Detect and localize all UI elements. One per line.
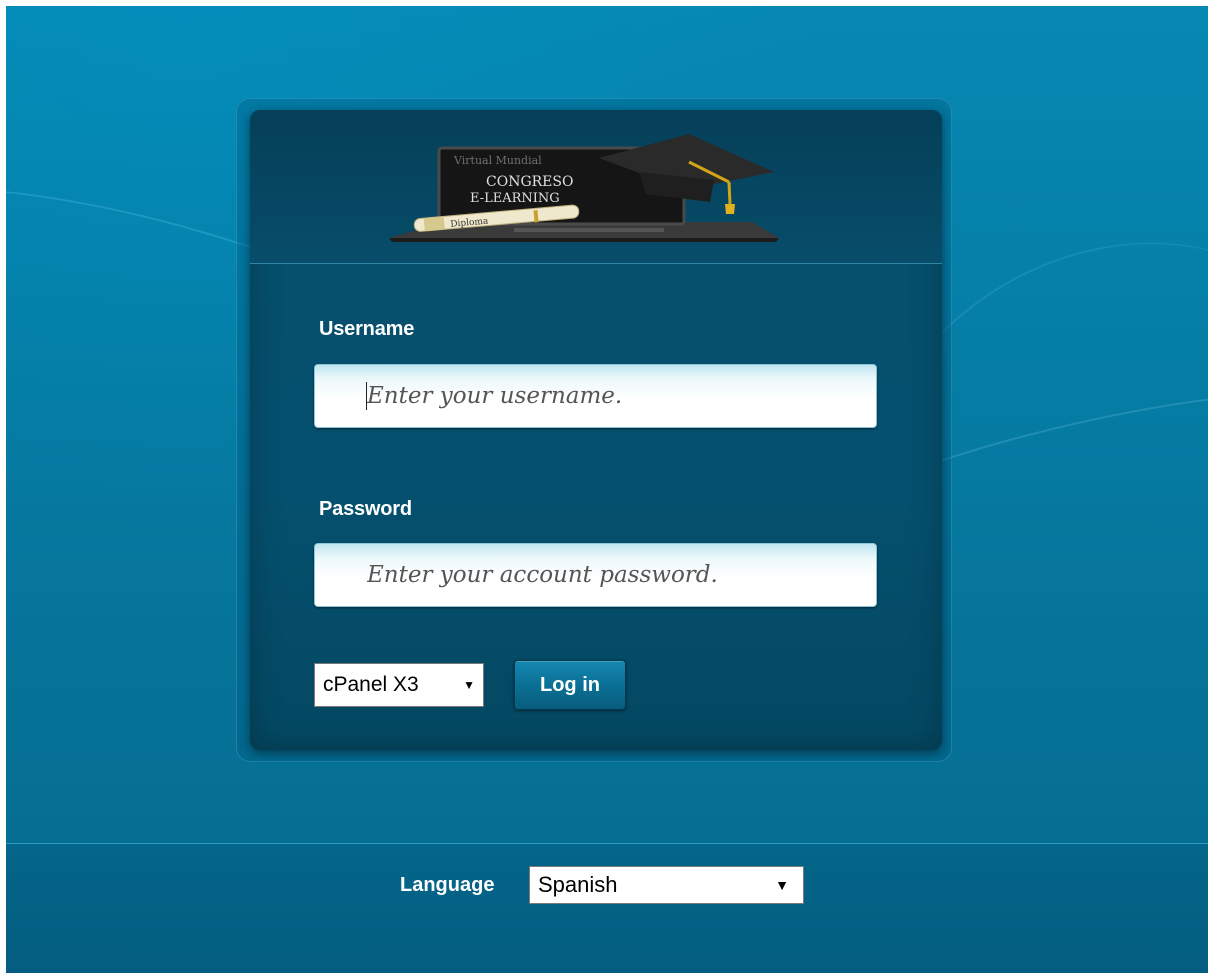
language-label: Language [400,874,495,896]
password-label: Password [319,498,412,520]
laptop-base-edge [389,238,779,242]
login-page: Virtual Mundial CONGRESO E-LEARNING Dipl… [6,6,1208,973]
logo-title-line1: CONGRESO [486,174,573,190]
theme-select-value: cPanel X3 [323,673,419,696]
panel-header: Virtual Mundial CONGRESO E-LEARNING Dipl… [250,110,942,264]
password-input[interactable] [314,543,877,607]
logo-tagline: Virtual Mundial [453,154,542,167]
dropdown-arrow-icon: ▼ [463,678,475,692]
username-input[interactable] [314,364,877,428]
language-select-value: Spanish [538,872,618,897]
congreso-elearning-logo: Virtual Mundial CONGRESO E-LEARNING Dipl… [389,134,779,242]
language-select[interactable]: Spanish ▼ [529,866,804,904]
username-label: Username [319,318,415,340]
laptop-keys [514,228,664,232]
dropdown-arrow-icon: ▼ [775,877,789,893]
footer: Language Spanish ▼ [6,843,1208,973]
theme-select[interactable]: cPanel X3 ▼ [314,663,484,707]
logo-title-line2: E-LEARNING [470,191,560,206]
text-caret [366,382,367,410]
login-panel: Virtual Mundial CONGRESO E-LEARNING Dipl… [250,110,942,750]
login-button[interactable]: Log in [514,660,626,710]
